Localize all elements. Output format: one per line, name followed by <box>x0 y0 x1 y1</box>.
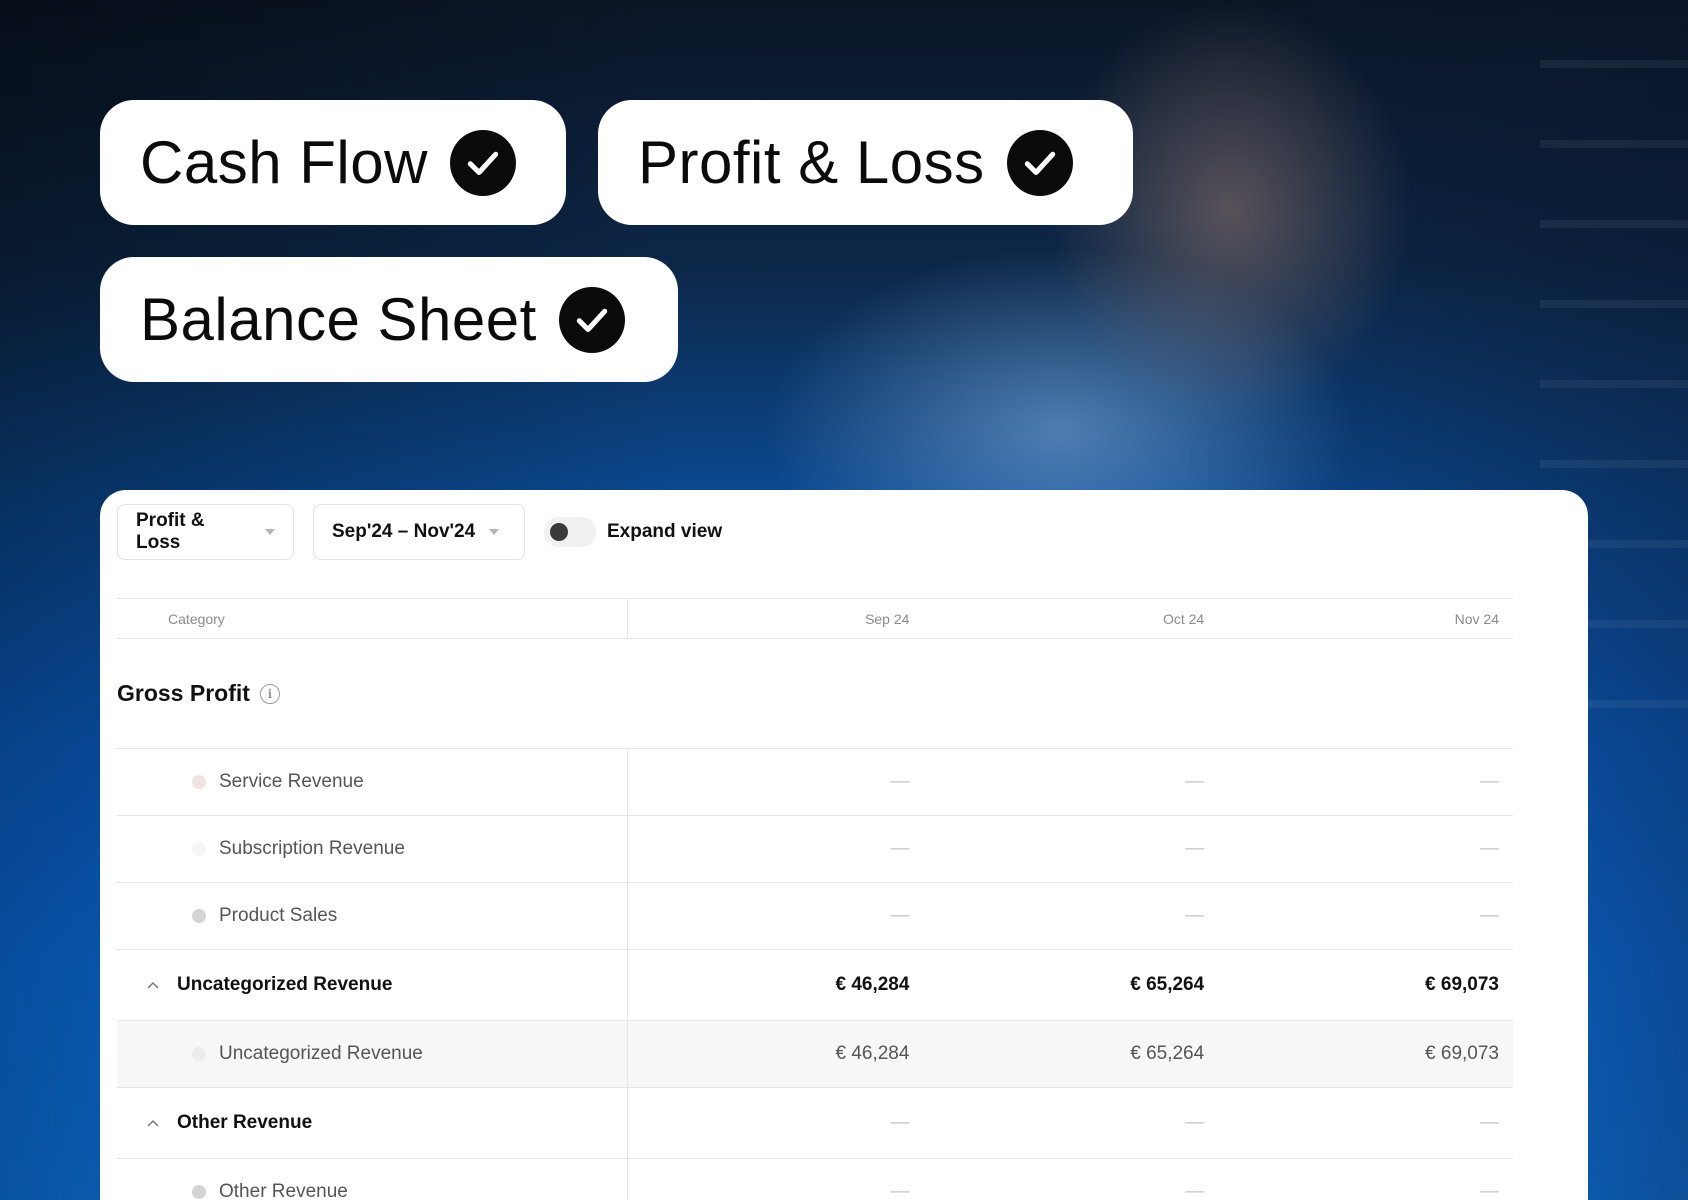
caret-down-icon <box>265 529 275 535</box>
table-row[interactable]: Uncategorized Revenue € 46,284 € 65,264 … <box>117 1020 1513 1088</box>
cell-value: — <box>627 815 924 883</box>
cell-value: — <box>923 882 1219 950</box>
section-title-text: Gross Profit <box>117 680 250 706</box>
row-label: Uncategorized Revenue <box>177 974 393 995</box>
cell-value: — <box>627 1087 924 1159</box>
column-header-oct: Oct 24 <box>923 598 1219 639</box>
cell-value: — <box>923 1158 1219 1200</box>
group-row-uncategorized-revenue[interactable]: Uncategorized Revenue € 46,284 € 65,264 … <box>117 949 1513 1021</box>
row-label: Product Sales <box>219 905 338 926</box>
cell-value: — <box>627 882 924 950</box>
badge-label: Cash Flow <box>140 129 428 196</box>
period-value: Sep'24 – Nov'24 <box>332 521 476 542</box>
expand-view-label: Expand view <box>607 521 723 542</box>
cell-value: — <box>627 1158 924 1200</box>
table-row[interactable]: Other Revenue — — — <box>117 1158 1513 1200</box>
section-title: Gross Profit i <box>117 680 280 707</box>
profit-loss-table: Category Sep 24 Oct 24 Nov 24 Gross Prof… <box>117 598 1513 1200</box>
cell-value: € 69,073 <box>1218 949 1513 1021</box>
dot-icon <box>192 909 206 923</box>
badge-profit-loss: Profit & Loss <box>598 100 1133 225</box>
cell-value: — <box>923 815 1219 883</box>
expand-view-toggle[interactable] <box>544 517 596 547</box>
badge-cash-flow: Cash Flow <box>100 100 566 225</box>
info-icon[interactable]: i <box>259 683 280 704</box>
check-circle-icon <box>449 129 516 196</box>
check-circle-icon <box>558 286 625 353</box>
badge-label: Profit & Loss <box>638 129 985 196</box>
cell-value: — <box>1218 1087 1513 1159</box>
row-label: Subscription Revenue <box>219 838 405 859</box>
row-label: Other Revenue <box>177 1112 313 1133</box>
table-row[interactable]: Subscription Revenue — — — <box>117 815 1513 883</box>
table-row[interactable]: Product Sales — — — <box>117 882 1513 950</box>
table-header: Category Sep 24 Oct 24 Nov 24 <box>117 598 1513 639</box>
period-select[interactable]: Sep'24 – Nov'24 <box>313 504 525 560</box>
column-header-nov: Nov 24 <box>1218 598 1513 639</box>
dot-icon <box>192 842 206 856</box>
cell-value: — <box>627 748 924 816</box>
report-toolbar: Profit & Loss Sep'24 – Nov'24 Expand vie… <box>117 504 1571 560</box>
cell-value: € 69,073 <box>1218 1020 1513 1088</box>
cell-value: — <box>1218 815 1513 883</box>
chevron-up-icon[interactable] <box>147 1117 159 1129</box>
cell-value: € 46,284 <box>627 1020 924 1088</box>
cell-value: — <box>923 1087 1219 1159</box>
column-header-category: Category <box>117 598 628 639</box>
cell-value: € 65,264 <box>923 1020 1219 1088</box>
toggle-knob <box>550 523 568 541</box>
badge-balance-sheet: Balance Sheet <box>100 257 678 382</box>
cell-value: — <box>1218 748 1513 816</box>
check-circle-icon <box>1006 129 1073 196</box>
dot-icon <box>192 1185 206 1199</box>
dot-icon <box>192 775 206 789</box>
cell-value: — <box>1218 882 1513 950</box>
badge-label: Balance Sheet <box>140 286 537 353</box>
row-label: Other Revenue <box>219 1181 348 1200</box>
report-card: Profit & Loss Sep'24 – Nov'24 Expand vie… <box>100 490 1588 1200</box>
table-row[interactable]: Service Revenue — — — <box>117 748 1513 816</box>
report-type-select[interactable]: Profit & Loss <box>117 504 294 560</box>
caret-down-icon <box>489 529 500 535</box>
report-type-value: Profit & Loss <box>136 510 205 553</box>
cell-value: — <box>923 748 1219 816</box>
column-header-sep: Sep 24 <box>627 598 924 639</box>
dot-icon <box>192 1047 206 1061</box>
row-label: Uncategorized Revenue <box>219 1043 423 1064</box>
section-row-gross-profit: Gross Profit i <box>117 638 1513 749</box>
chevron-up-icon[interactable] <box>147 979 159 991</box>
cell-value: — <box>1218 1158 1513 1200</box>
group-row-other-revenue[interactable]: Other Revenue — — — <box>117 1087 1513 1159</box>
cell-value: € 46,284 <box>627 949 924 1021</box>
cell-value: € 65,264 <box>923 949 1219 1021</box>
row-label: Service Revenue <box>219 771 364 792</box>
